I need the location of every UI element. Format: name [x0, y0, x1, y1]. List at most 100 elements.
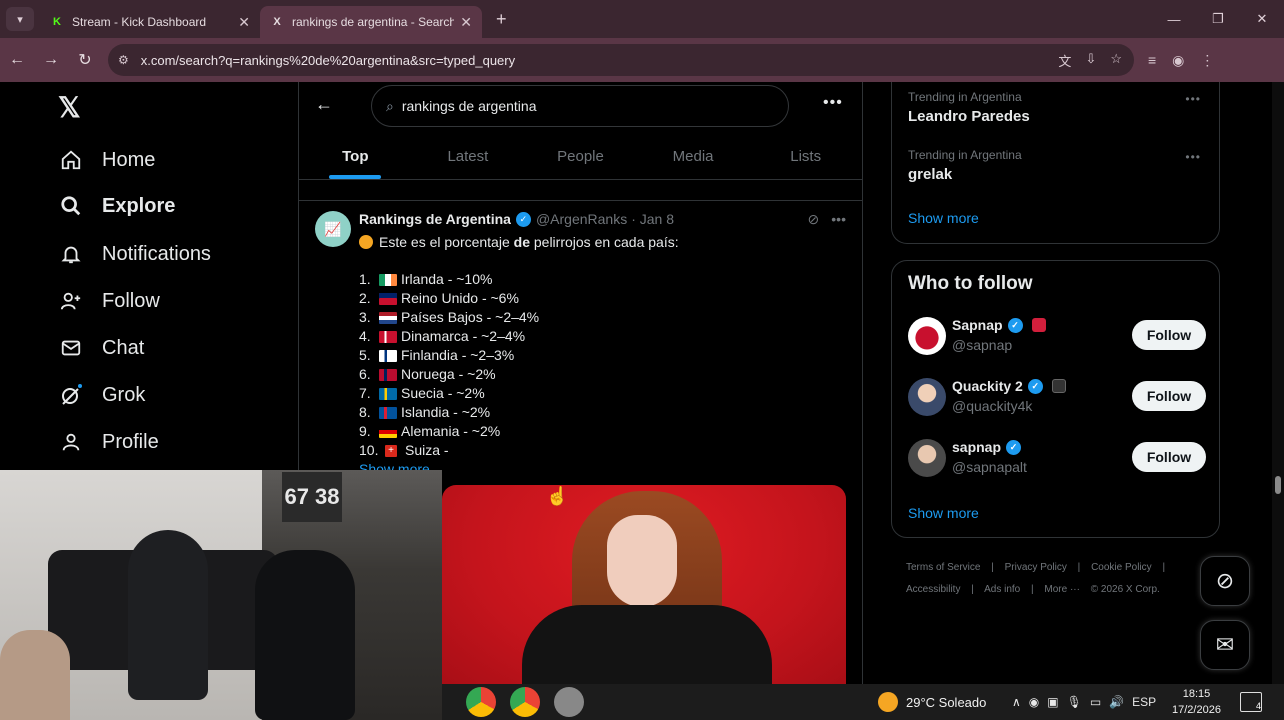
reload-icon[interactable]: ↻: [68, 43, 102, 77]
intro-text: Este es el porcentaje: [379, 234, 514, 250]
grok-icon[interactable]: ⊘: [808, 211, 820, 228]
nav-label: Notifications: [102, 242, 211, 265]
trending-show-more[interactable]: Show more: [908, 210, 979, 226]
app-avatar-icon[interactable]: [554, 687, 584, 717]
close-icon[interactable]: ✕: [460, 14, 472, 31]
flag-norway-icon: [379, 368, 397, 381]
footer-link[interactable]: Privacy Policy: [1005, 562, 1067, 573]
author-handle[interactable]: @ArgenRanks: [536, 211, 627, 227]
tweet-media-image[interactable]: [442, 485, 846, 684]
x-logo-icon[interactable]: 𝕏: [58, 94, 86, 122]
tab-people[interactable]: People: [524, 134, 637, 179]
trend-context: Trending in Argentina: [908, 148, 1022, 162]
network-icon[interactable]: ▭: [1090, 695, 1101, 709]
grok-fab-button[interactable]: ⊘: [1200, 556, 1250, 606]
footer-link[interactable]: Ads info: [984, 584, 1020, 595]
nav-home[interactable]: Home: [58, 140, 155, 180]
follow-button[interactable]: Follow: [1132, 442, 1206, 472]
clock[interactable]: 18:15 17/2/2026: [1172, 686, 1221, 718]
footer-link[interactable]: Cookie Policy: [1091, 562, 1152, 573]
site-info-icon[interactable]: ⚙: [118, 53, 129, 67]
tweet-date[interactable]: · Jan 8: [631, 211, 674, 227]
chevron-up-icon[interactable]: ∧: [1012, 695, 1021, 709]
close-icon[interactable]: ✕: [238, 14, 250, 31]
nav-label: Explore: [102, 194, 176, 217]
record-icon[interactable]: ◉: [1029, 695, 1039, 709]
camera-icon[interactable]: ▣: [1047, 695, 1058, 709]
nav-notifications[interactable]: Notifications: [58, 234, 211, 274]
more-options-icon[interactable]: •••: [823, 94, 843, 112]
address-bar[interactable]: ⚙ x.com/search?q=rankings%20de%20argenti…: [108, 44, 1134, 76]
verified-badge-icon: ✓: [1007, 317, 1023, 333]
follow-suggestion[interactable]: Sapnap ✓ @sapnap Follow: [908, 317, 1206, 359]
chrome-icon[interactable]: [510, 687, 540, 717]
search-query[interactable]: rankings de argentina: [402, 98, 537, 114]
browser-tab-x-search[interactable]: X rankings de argentina - Search ✕: [260, 6, 482, 38]
tab-title: rankings de argentina - Search: [292, 15, 455, 29]
avatar[interactable]: [908, 439, 946, 477]
grok-icon: ⊘: [1215, 568, 1235, 593]
list-item: 4. Dinamarca - ~2–4%: [359, 327, 839, 346]
bookmark-star-icon[interactable]: ☆: [1110, 51, 1122, 70]
messages-fab-button[interactable]: ✉: [1200, 620, 1250, 670]
follow-suggestion[interactable]: Quackity 2 ✓ @quackity4k Follow: [908, 378, 1206, 420]
follow-button[interactable]: Follow: [1132, 381, 1206, 411]
mic-icon[interactable]: 🎙: [1067, 695, 1082, 709]
page-scrollbar[interactable]: [1272, 82, 1284, 684]
who-to-follow-show-more[interactable]: Show more: [908, 505, 979, 521]
trend-item[interactable]: Trending in Argentina grelak: [908, 148, 1022, 183]
weather-widget[interactable]: 29°C Soleado: [878, 684, 986, 720]
follow-suggestion[interactable]: sapnap ✓ @sapnapalt Follow: [908, 439, 1206, 481]
close-window-icon[interactable]: ✕: [1240, 0, 1284, 38]
more-options-icon[interactable]: •••: [831, 211, 846, 228]
tab-search-icon[interactable]: ▾: [6, 7, 34, 31]
follow-button[interactable]: Follow: [1132, 320, 1206, 350]
install-icon[interactable]: ⇩: [1085, 51, 1096, 70]
scrollbar-thumb[interactable]: [1275, 476, 1281, 494]
nav-chat[interactable]: Chat: [58, 328, 144, 368]
nav-label: Profile: [102, 430, 159, 453]
nav-follow[interactable]: Follow: [58, 281, 160, 321]
back-arrow-icon[interactable]: ←: [315, 94, 333, 115]
search-input[interactable]: ⌕ rankings de argentina: [371, 85, 789, 127]
reading-list-icon[interactable]: ≡: [1148, 52, 1156, 69]
more-options-icon[interactable]: •••: [1185, 92, 1201, 106]
minimize-icon[interactable]: —: [1152, 0, 1196, 38]
avatar[interactable]: [908, 317, 946, 355]
url-text[interactable]: x.com/search?q=rankings%20de%20argentina…: [141, 53, 1059, 68]
maximize-icon[interactable]: ❐: [1196, 0, 1240, 38]
tab-media[interactable]: Media: [637, 134, 750, 179]
nav-grok[interactable]: Grok: [58, 375, 145, 415]
nav-explore[interactable]: Explore: [58, 186, 175, 226]
rank-text: Islandia - ~2%: [401, 404, 491, 420]
trend-item[interactable]: Trending in Argentina Leandro Paredes: [908, 90, 1030, 125]
new-tab-button[interactable]: +: [496, 9, 507, 30]
avatar[interactable]: 📈: [315, 211, 351, 247]
forward-icon[interactable]: →: [34, 43, 68, 77]
translate-icon[interactable]: 文: [1058, 51, 1071, 70]
avatar[interactable]: [908, 378, 946, 416]
more-options-icon[interactable]: •••: [1185, 150, 1201, 164]
account-handle: @sapnap: [952, 337, 1013, 353]
notification-center-icon[interactable]: 4: [1240, 692, 1262, 712]
browser-tab-kick[interactable]: K Stream - Kick Dashboard ✕: [40, 6, 260, 38]
chrome-icon[interactable]: [466, 687, 496, 717]
volume-icon[interactable]: 🔊: [1109, 695, 1124, 709]
menu-icon[interactable]: ⋮: [1200, 52, 1214, 69]
tab-latest[interactable]: Latest: [412, 134, 525, 179]
footer-link[interactable]: Terms of Service: [906, 562, 980, 573]
kick-icon: K: [53, 16, 61, 28]
tab-top[interactable]: Top: [299, 134, 412, 179]
nav-profile[interactable]: Profile: [58, 422, 159, 462]
language-indicator[interactable]: ESP: [1132, 695, 1156, 709]
back-icon[interactable]: ←: [0, 43, 34, 77]
footer-link[interactable]: Accessibility: [906, 584, 960, 595]
flag-iceland-icon: [379, 406, 397, 419]
footer-link[interactable]: More ···: [1044, 584, 1080, 595]
rank-text: Reino Unido - ~6%: [401, 290, 519, 306]
profile-icon[interactable]: ◉: [1172, 52, 1184, 69]
affiliate-badge-icon: [1031, 318, 1046, 332]
author-name[interactable]: Rankings de Argentina: [359, 211, 511, 227]
account-name: Quackity 2: [952, 378, 1023, 394]
tab-lists[interactable]: Lists: [749, 134, 862, 179]
